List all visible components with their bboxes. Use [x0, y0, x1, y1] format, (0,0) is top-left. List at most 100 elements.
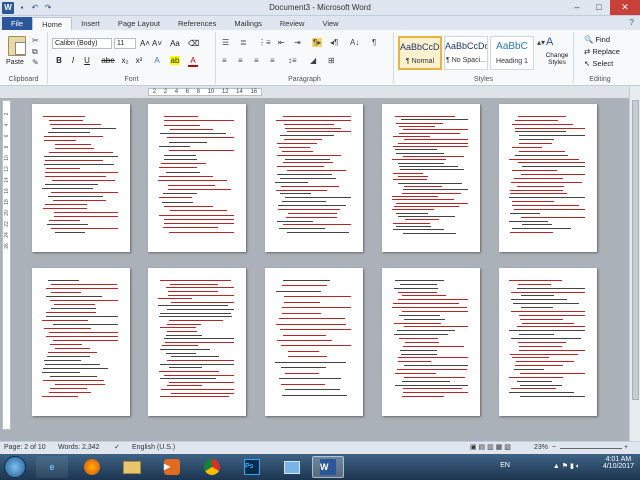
change-case-button[interactable]: Aa — [170, 39, 180, 48]
change-styles-icon[interactable]: A — [546, 36, 553, 48]
document-page[interactable] — [382, 104, 480, 252]
chrome-icon[interactable] — [196, 456, 228, 478]
highlight-icon[interactable]: ab — [170, 56, 180, 65]
bold-button[interactable]: B — [54, 56, 64, 65]
document-page[interactable] — [382, 268, 480, 416]
superscript-button[interactable]: x² — [134, 56, 144, 65]
document-page[interactable] — [148, 268, 246, 416]
document-page[interactable] — [265, 268, 363, 416]
bullets-icon[interactable]: ☰ — [222, 38, 229, 47]
format-painter-icon[interactable]: ✎ — [32, 58, 39, 67]
zoom-out-icon[interactable]: − — [552, 442, 556, 454]
change-styles-button[interactable]: Change Styles — [542, 52, 572, 66]
horizontal-ruler[interactable]: 2 2 4 6 8 10 12 14 16 — [148, 88, 262, 96]
text-line — [402, 310, 468, 312]
text-line — [161, 163, 206, 165]
increase-indent-icon[interactable]: ⇥ — [294, 38, 301, 47]
style-heading-1[interactable]: AaBbC Heading 1 — [490, 36, 534, 70]
numbering-icon[interactable]: ≣ — [240, 38, 247, 47]
show-marks-icon[interactable]: ¶ — [372, 38, 376, 47]
align-right-icon[interactable]: ≡ — [254, 56, 259, 65]
text-line — [404, 318, 445, 320]
start-button[interactable] — [4, 456, 26, 478]
word-taskbar-icon[interactable]: W — [312, 456, 344, 478]
view-buttons-icon[interactable]: ▣ ▤ ▥ ▦ ▧ — [470, 442, 511, 454]
paste-icon[interactable] — [8, 36, 26, 56]
maximize-button[interactable]: □ — [588, 0, 610, 15]
firefox-icon[interactable] — [76, 456, 108, 478]
help-icon[interactable]: ? — [630, 18, 634, 27]
strikethrough-button[interactable]: abe — [100, 56, 116, 65]
media-player-icon[interactable]: ▶ — [156, 456, 188, 478]
find-button[interactable]: 🔍 Find — [584, 35, 610, 44]
tab-home[interactable]: Home — [32, 17, 73, 30]
tab-page-layout[interactable]: Page Layout — [109, 17, 169, 30]
text-line — [514, 208, 585, 210]
proofing-icon[interactable]: ✓ — [114, 442, 120, 454]
grow-font-icon[interactable]: A˄ — [140, 39, 150, 48]
text-line — [518, 116, 566, 117]
font-size-select[interactable]: 11 — [114, 38, 136, 49]
document-page[interactable] — [499, 268, 597, 416]
font-name-select[interactable]: Calibri (Body) — [52, 38, 112, 49]
decrease-indent-icon[interactable]: ⇤ — [278, 38, 285, 47]
internet-explorer-icon[interactable]: e — [36, 456, 68, 478]
subscript-button[interactable]: x₂ — [120, 56, 130, 65]
replace-button[interactable]: ⇄ Replace — [584, 47, 620, 56]
font-color-button[interactable]: A — [188, 56, 198, 67]
clock[interactable]: 4:01 AM 4/10/2017 — [603, 456, 634, 470]
zoom-slider[interactable] — [560, 448, 622, 449]
text-line — [519, 143, 552, 145]
rtl-icon[interactable]: ◂¶ — [330, 38, 338, 47]
shrink-font-icon[interactable]: A˅ — [152, 39, 162, 48]
underline-button[interactable]: U — [82, 56, 92, 65]
italic-button[interactable]: I — [68, 56, 78, 65]
page-count[interactable]: Page: 2 of 10 — [4, 442, 46, 454]
tab-references[interactable]: References — [169, 17, 225, 30]
borders-icon[interactable]: ⊞ — [328, 56, 335, 65]
input-language[interactable]: EN — [500, 462, 510, 469]
minimize-button[interactable]: – — [566, 0, 588, 15]
close-button[interactable]: ✕ — [610, 0, 640, 15]
ltr-icon[interactable]: ¶▸ — [312, 38, 323, 47]
cut-icon[interactable]: ✂ — [32, 36, 39, 45]
clear-formatting-icon[interactable]: ⌫ — [188, 39, 199, 48]
window-icon[interactable] — [276, 456, 308, 478]
document-page[interactable] — [265, 104, 363, 252]
document-area[interactable] — [12, 98, 629, 441]
zoom-in-icon[interactable]: + — [624, 442, 628, 454]
document-page[interactable] — [32, 104, 130, 252]
paste-button[interactable]: Paste — [6, 59, 24, 66]
document-page[interactable] — [32, 268, 130, 416]
sort-icon[interactable]: A↓ — [350, 38, 359, 47]
ruler-tick: 2 — [152, 89, 157, 95]
tab-review[interactable]: Review — [271, 17, 314, 30]
style-normal[interactable]: AaBbCcDc ¶ Normal — [398, 36, 442, 70]
text-effects-button[interactable]: A — [152, 56, 162, 65]
scrollbar-thumb[interactable] — [632, 100, 639, 400]
align-center-icon[interactable]: ≡ — [238, 56, 243, 65]
language-indicator[interactable]: English (U.S.) — [132, 442, 175, 454]
select-button[interactable]: ↖ Select — [584, 59, 613, 68]
document-page[interactable] — [499, 104, 597, 252]
document-page[interactable] — [148, 104, 246, 252]
photoshop-icon[interactable]: Ps — [236, 456, 268, 478]
tab-insert[interactable]: Insert — [72, 17, 109, 30]
tab-mailings[interactable]: Mailings — [225, 17, 271, 30]
style-no-spacing[interactable]: AaBbCcDc ¶ No Spaci... — [444, 36, 488, 70]
shading-icon[interactable]: ◢ — [310, 56, 316, 65]
tab-file[interactable]: File — [2, 17, 33, 30]
line-spacing-icon[interactable]: ↕≡ — [288, 56, 297, 65]
justify-icon[interactable]: ≡ — [270, 56, 275, 65]
word-count[interactable]: Words: 2,342 — [58, 442, 100, 454]
tab-view[interactable]: View — [313, 17, 347, 30]
zoom-level[interactable]: 23% — [534, 442, 548, 454]
align-left-icon[interactable]: ≡ — [222, 56, 227, 65]
multilevel-list-icon[interactable]: ⋮≡ — [258, 38, 271, 47]
file-explorer-icon[interactable] — [116, 456, 148, 478]
styles-scroll-icon[interactable]: ▴▾ — [537, 38, 545, 47]
vertical-scrollbar[interactable] — [629, 86, 640, 441]
vertical-ruler[interactable]: 2 4 6 8 10 12 14 16 18 20 22 24 26 — [2, 100, 11, 430]
copy-icon[interactable]: ⧉ — [32, 47, 38, 57]
tray-icons[interactable]: ▲ ⚑ ▮ ◐ — [553, 462, 580, 470]
